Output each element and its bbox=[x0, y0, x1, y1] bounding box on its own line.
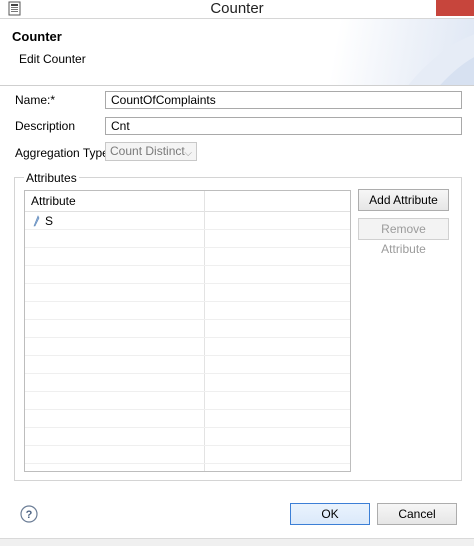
dialog-title: Counter bbox=[12, 29, 62, 44]
remove-attribute-button[interactable]: Remove Attribute bbox=[358, 218, 449, 256]
column-header-attribute[interactable]: Attribute bbox=[31, 194, 76, 208]
window-title: Counter bbox=[210, 0, 264, 17]
cancel-button[interactable]: Cancel bbox=[377, 503, 457, 525]
column-divider bbox=[204, 191, 205, 471]
add-attribute-button[interactable]: Add Attribute bbox=[358, 189, 449, 211]
aggregation-type-value: Count Distinct bbox=[110, 144, 185, 158]
banner-decoration bbox=[408, 34, 474, 85]
aggregation-type-select[interactable]: Count Distinct ⌵ bbox=[105, 142, 197, 161]
attributes-table[interactable]: Attribute S bbox=[24, 190, 351, 472]
window-close-button[interactable] bbox=[436, 0, 474, 16]
attributes-group-label: Attributes bbox=[24, 171, 79, 185]
attribute-name: S bbox=[45, 214, 54, 228]
dialog-banner: Counter Edit Counter bbox=[0, 18, 474, 86]
name-label: Name:* bbox=[15, 93, 56, 107]
ok-button[interactable]: OK bbox=[290, 503, 370, 525]
help-icon[interactable]: ? bbox=[20, 505, 38, 523]
aggregation-type-label: Aggregation Type bbox=[15, 146, 109, 160]
title-bar[interactable]: Counter bbox=[0, 0, 474, 18]
table-header: Attribute bbox=[25, 191, 350, 212]
name-input[interactable] bbox=[105, 91, 462, 109]
dialog-subtitle: Edit Counter bbox=[19, 52, 86, 66]
description-input[interactable] bbox=[105, 117, 462, 135]
description-label: Description bbox=[15, 119, 76, 133]
attribute-icon bbox=[33, 215, 40, 227]
chevron-down-icon: ⌵ bbox=[184, 148, 192, 159]
svg-text:?: ? bbox=[26, 509, 33, 521]
